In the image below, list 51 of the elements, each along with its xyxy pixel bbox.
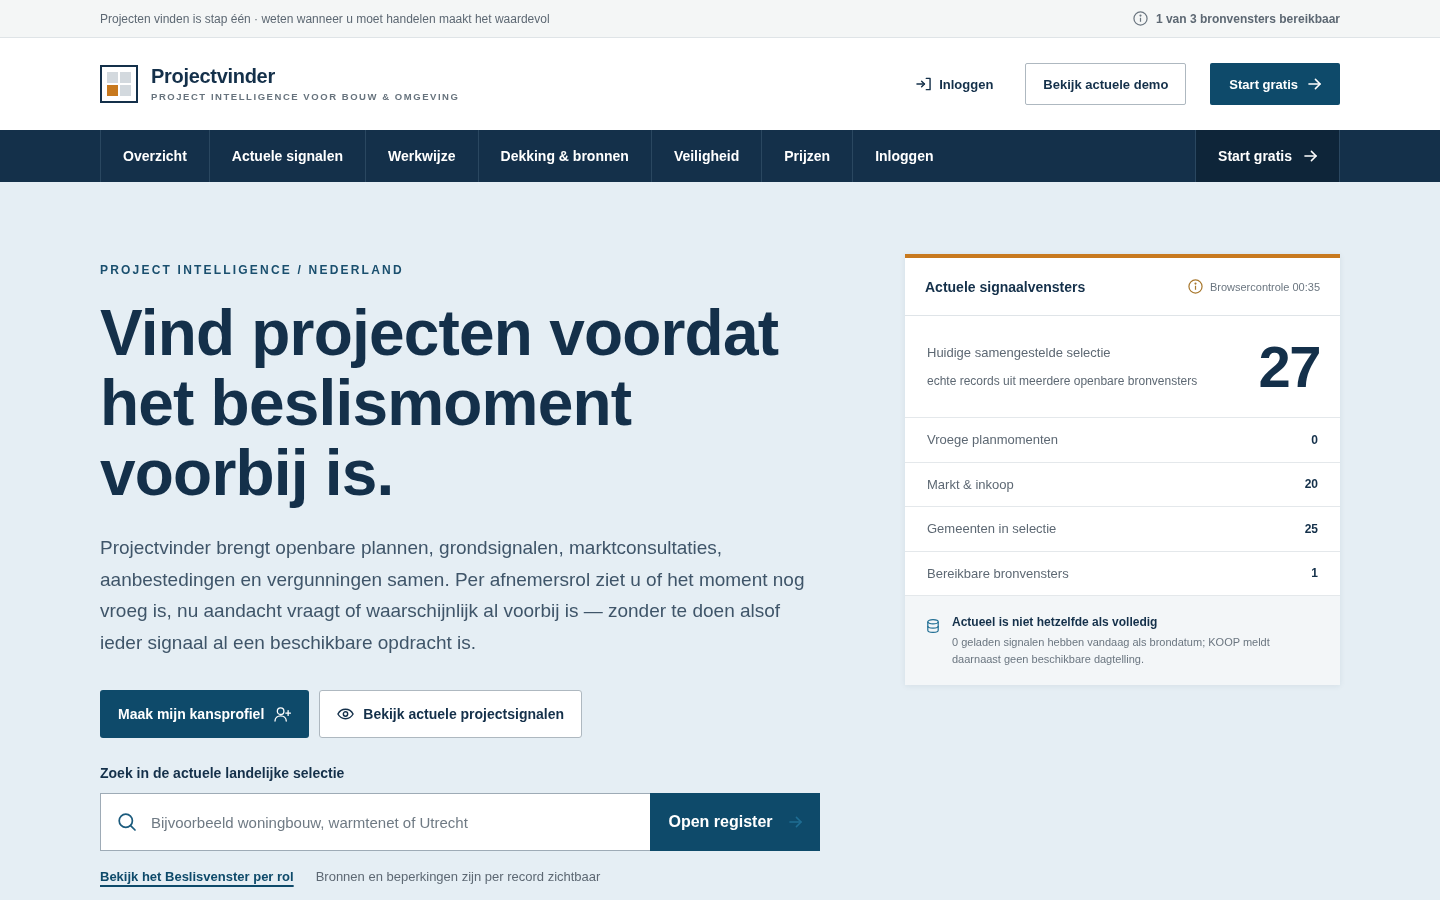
nav-item[interactable]: Overzicht (101, 130, 210, 182)
user-plus-icon (274, 706, 292, 722)
search-field[interactable]: Bijvoorbeeld woningbouw, warmtenet of Utrecht (100, 793, 650, 851)
row-value: 1 (1311, 566, 1318, 581)
row-label: Gemeenten in selectie (927, 521, 1057, 537)
signals-button[interactable]: Bekijk actuele projectsignalen (319, 690, 583, 738)
row-label: Vroege planmomenten (927, 432, 1059, 448)
info-icon (1132, 11, 1148, 26)
search-label: Zoek in de actuele landelijke selectie (100, 765, 346, 782)
arrow-right-icon (1304, 150, 1317, 162)
demo-button[interactable]: Bekijk actuele demo (1025, 63, 1187, 105)
brand-name: Projectvinder (151, 65, 276, 87)
start-button[interactable]: Start gratis (1210, 63, 1340, 105)
role-link[interactable]: Bekijk het Beslisvenster per rol (100, 869, 294, 884)
search-icon (118, 813, 136, 831)
row-value: 20 (1304, 477, 1318, 492)
database-icon (927, 619, 939, 633)
notice-title: Actueel is niet hetzelfde als volledig (952, 614, 1159, 631)
brand-subtitle: PROJECT INTELLIGENCE VOOR BOUW & OMGEVING (151, 91, 460, 103)
open-register-button[interactable]: Open register (650, 793, 820, 851)
row-label: Markt & inkoop (927, 476, 1014, 492)
hero-heading: Vind projecten voordat het beslismoment voorbij is. (100, 298, 780, 508)
eyebrow: PROJECT INTELLIGENCE / NEDERLAND (100, 263, 405, 277)
hero-intro: Projectvinder brengt openbare plannen, grondsignalen, marktconsultaties, aanbestedingen en vergunningen samen. Per afnemersrol ziet u of het moment nog vroeg is, nu aandacht vraagt of waarschijnlijk al voorbij is — zonder te doen alsof ieder signaal al een beschikbare opdracht is. (100, 536, 806, 655)
browser-check: Browsercontrole 00:35 (1209, 280, 1320, 293)
info-icon (1187, 279, 1203, 294)
nav-item[interactable]: Prijzen (762, 130, 854, 182)
profile-button[interactable]: Maak mijn kansprofiel (100, 690, 310, 738)
nav-item[interactable]: Dekking & bronnen (478, 130, 652, 182)
row-value: 25 (1304, 521, 1318, 536)
row-value: 0 (1311, 432, 1318, 447)
summary-label: Huidige samengestelde selectie (927, 345, 1112, 360)
logo-icon (100, 65, 138, 103)
login-icon (916, 77, 932, 91)
selection-count: 27 (1258, 337, 1320, 396)
arrow-right-icon (1308, 78, 1321, 90)
row-label: Bereikbare bronvensters (927, 565, 1069, 581)
login-link[interactable]: Inloggen (908, 63, 1002, 105)
notice-text: 0 geladen signalen hebben vandaag als brondatum; KOOP meldt daarnaast geen beschikbare dagtelling. (952, 635, 1271, 667)
sources-note: Bronnen en beperkingen zijn per record zichtbaar (315, 869, 601, 884)
nav-start-button[interactable]: Start gratis (1195, 130, 1340, 182)
source-status: 1 van 3 bronvensters bereikbaar (1155, 11, 1340, 26)
eye-icon (337, 708, 355, 720)
nav-item[interactable]: Werkwijze (366, 130, 479, 182)
nav-item[interactable]: Actuele signalen (209, 130, 367, 182)
card-title: Actuele signaalvensters (925, 278, 1086, 295)
nav-item[interactable]: Inloggen (853, 130, 956, 182)
nav-item[interactable]: Veiligheid (651, 130, 763, 182)
arrow-right-icon (788, 816, 802, 828)
summary-sublabel: echte records uit meerdere openbare bronvensters (927, 374, 1198, 388)
tagline: Projecten vinden is stap één · weten wanneer u moet handelen maakt het waardevol (100, 11, 550, 26)
